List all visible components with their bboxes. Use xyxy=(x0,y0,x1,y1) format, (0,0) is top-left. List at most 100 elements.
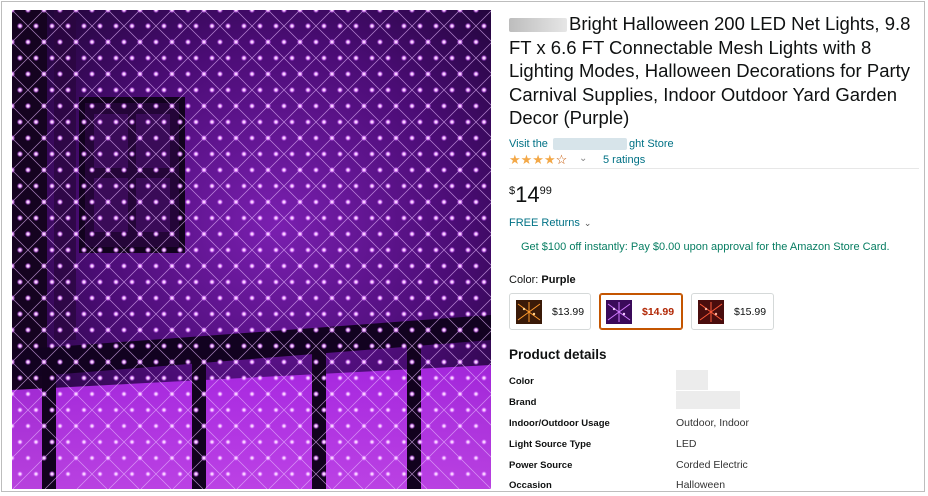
led-bulb xyxy=(40,454,48,462)
led-bulb xyxy=(392,38,400,46)
led-bulb xyxy=(384,246,392,254)
led-bulb xyxy=(336,182,344,190)
led-bulb xyxy=(248,422,256,430)
led-bulb xyxy=(224,438,232,446)
led-bulb xyxy=(232,70,240,78)
led-bulb xyxy=(184,134,192,142)
led-bulb xyxy=(432,310,440,318)
led-bulb xyxy=(352,374,360,382)
led-bulb xyxy=(304,118,312,126)
led-bulb xyxy=(384,214,392,222)
led-bulb xyxy=(336,342,344,350)
led-bulb xyxy=(184,294,192,302)
led-bulb xyxy=(448,118,456,126)
led-bulb xyxy=(328,134,336,142)
free-returns-link[interactable]: FREE Returns ⌄ xyxy=(509,217,591,229)
led-bulb xyxy=(32,310,40,318)
page-frame: Bright Halloween 200 LED Net Lights, 9.8… xyxy=(1,1,925,492)
led-bulb xyxy=(104,294,112,302)
led-bulb xyxy=(24,134,32,142)
led-bulb xyxy=(120,294,128,302)
led-bulb xyxy=(280,390,288,398)
led-bulb xyxy=(40,102,48,110)
led-bulb xyxy=(160,54,168,62)
led-bulb xyxy=(152,198,160,206)
led-bulb xyxy=(128,278,136,286)
led-bulb xyxy=(416,342,424,350)
led-bulb xyxy=(272,406,280,414)
led-bulb xyxy=(24,262,32,270)
led-bulb xyxy=(232,102,240,110)
led-bulb xyxy=(376,390,384,398)
swatch-purple-selected[interactable]: $14.99 xyxy=(599,293,683,330)
led-bulb xyxy=(456,38,464,46)
led-bulb xyxy=(272,214,280,222)
led-bulb xyxy=(144,278,152,286)
led-bulb xyxy=(376,102,384,110)
led-bulb xyxy=(184,198,192,206)
swatch-red[interactable]: $15.99 xyxy=(691,293,774,330)
led-bulb xyxy=(88,422,96,430)
led-bulb xyxy=(392,358,400,366)
led-bulb xyxy=(72,134,80,142)
led-bulb xyxy=(208,118,216,126)
led-bulb xyxy=(448,310,456,318)
led-bulb xyxy=(232,422,240,430)
led-bulb xyxy=(400,470,408,478)
led-bulb xyxy=(384,22,392,30)
led-bulb xyxy=(128,342,136,350)
led-bulb xyxy=(480,118,488,126)
led-bulb xyxy=(176,342,184,350)
store-card-promo[interactable]: Get $100 off instantly: Pay $0.00 upon a… xyxy=(521,241,890,253)
led-bulb xyxy=(104,70,112,78)
led-bulb xyxy=(432,214,440,222)
led-bulb xyxy=(232,358,240,366)
led-bulb xyxy=(328,358,336,366)
led-bulb xyxy=(56,198,64,206)
detail-row-occasion: Occasion Halloween xyxy=(509,479,919,496)
led-bulb xyxy=(472,198,480,206)
led-bulb xyxy=(256,438,264,446)
led-bulb xyxy=(320,86,328,94)
product-image[interactable] xyxy=(12,10,491,489)
ratings-count-link[interactable]: 5 ratings xyxy=(603,154,645,166)
led-bulb xyxy=(40,326,48,334)
led-bulb xyxy=(448,22,456,30)
led-bulb xyxy=(184,166,192,174)
led-bulb xyxy=(216,70,224,78)
led-bulb xyxy=(408,38,416,46)
led-bulb xyxy=(88,198,96,206)
led-bulb xyxy=(64,470,72,478)
detail-value-redacted xyxy=(676,391,740,409)
led-bulb xyxy=(112,118,120,126)
star-rating-icon[interactable]: ★★★★☆ xyxy=(509,152,567,168)
led-bulb xyxy=(176,118,184,126)
led-bulb xyxy=(480,214,488,222)
led-bulb xyxy=(64,406,72,414)
led-bulb xyxy=(296,230,304,238)
led-bulb xyxy=(24,38,32,46)
store-link[interactable]: Visit the ght Store xyxy=(509,138,674,151)
led-bulb xyxy=(40,230,48,238)
led-bulb xyxy=(144,342,152,350)
led-bulb xyxy=(24,198,32,206)
led-bulb xyxy=(48,182,56,190)
swatch-orange[interactable]: $13.99 xyxy=(509,293,591,330)
led-bulb xyxy=(432,374,440,382)
led-bulb xyxy=(400,310,408,318)
led-bulb xyxy=(40,390,48,398)
led-bulb xyxy=(176,86,184,94)
led-bulb xyxy=(336,406,344,414)
chevron-down-icon[interactable]: ⌄ xyxy=(579,153,587,164)
detail-row-usage: Indoor/Outdoor Usage Outdoor, Indoor xyxy=(509,417,919,434)
led-bulb xyxy=(64,310,72,318)
led-bulb xyxy=(464,150,472,158)
led-bulb xyxy=(464,182,472,190)
led-bulb xyxy=(448,406,456,414)
led-bulb xyxy=(16,182,24,190)
led-bulb xyxy=(360,230,368,238)
led-bulb xyxy=(16,246,24,254)
led-bulb xyxy=(160,310,168,318)
led-bulb xyxy=(104,134,112,142)
led-bulb xyxy=(136,262,144,270)
